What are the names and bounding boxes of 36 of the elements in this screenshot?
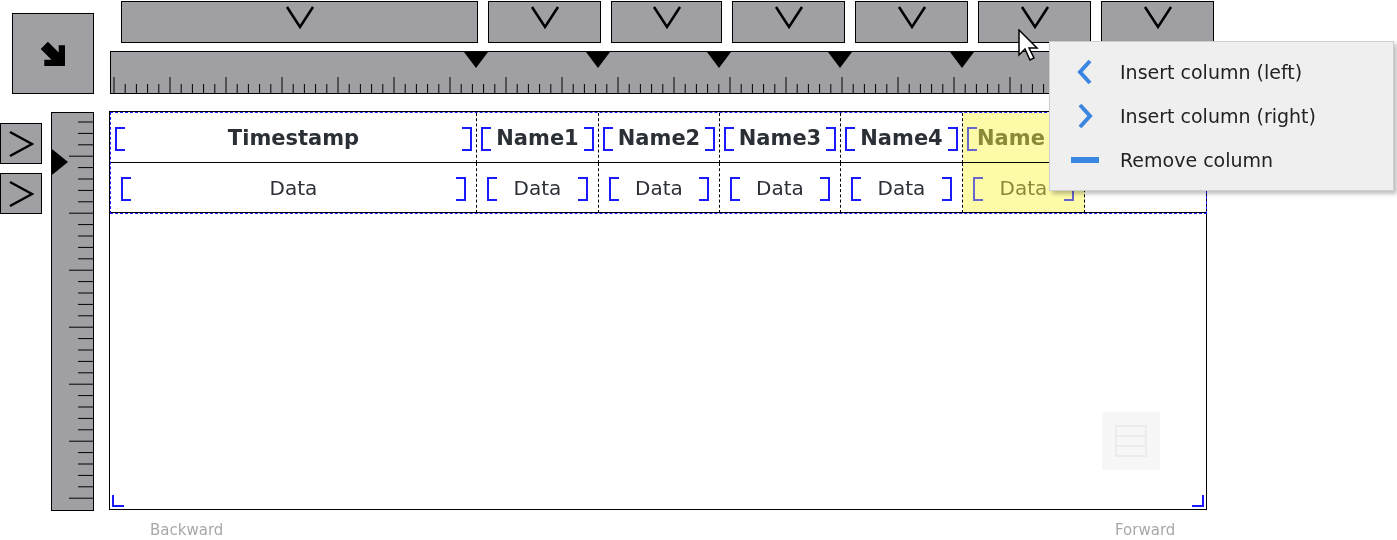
data-cell[interactable]: Data	[599, 163, 720, 213]
row-expand-button[interactable]	[0, 123, 42, 164]
row-expand-button[interactable]	[0, 173, 42, 214]
column-dropdown-button[interactable]	[978, 1, 1091, 43]
column-dropdown-button[interactable]	[488, 1, 601, 43]
corner-marker	[112, 495, 124, 507]
chevron-down-icon	[1019, 5, 1050, 29]
column-dropdown-button[interactable]	[611, 1, 722, 43]
column-dropdown-button[interactable]	[121, 1, 478, 43]
chevron-down-icon	[529, 5, 560, 29]
chevron-right-icon	[8, 179, 34, 208]
chevron-down-icon	[896, 5, 927, 29]
forward-label: Forward	[1115, 521, 1176, 539]
corner-marker	[1192, 495, 1204, 507]
column-dropdown-button[interactable]	[1101, 1, 1214, 43]
header-cell[interactable]: Name2	[599, 113, 720, 163]
chevron-down-icon	[773, 5, 804, 29]
mouse-cursor-icon	[1018, 29, 1040, 63]
data-cell[interactable]: Data	[720, 163, 841, 213]
minus-icon	[1071, 157, 1099, 163]
data-cell[interactable]: Data	[111, 163, 477, 213]
header-cell[interactable]: Timestamp	[111, 113, 477, 163]
chevron-right-icon	[8, 129, 34, 158]
backward-label: Backward	[150, 521, 224, 539]
chevron-right-icon	[1077, 103, 1093, 129]
corner-button[interactable]	[12, 13, 94, 94]
chevron-left-icon	[1077, 59, 1093, 85]
menu-item[interactable]: Insert column (left)	[1050, 50, 1393, 94]
header-cell[interactable]: Name1	[477, 113, 599, 163]
chevron-down-icon	[651, 5, 682, 29]
chevron-down-icon	[284, 5, 315, 29]
chevron-down-icon	[1142, 5, 1173, 29]
column-dropdown-button[interactable]	[732, 1, 845, 43]
header-cell[interactable]: Name3	[720, 113, 841, 163]
column-dropdown-button[interactable]	[855, 1, 968, 43]
data-cell[interactable]: Data	[477, 163, 599, 213]
